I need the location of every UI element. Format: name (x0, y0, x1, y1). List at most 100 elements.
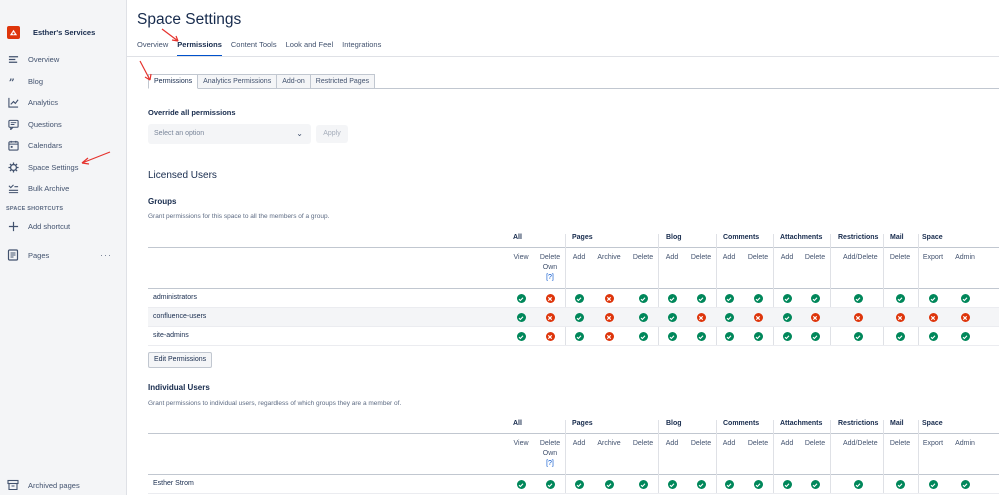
sidebar-item-label: Blog (28, 76, 44, 86)
column-header-label: Delete (632, 440, 654, 447)
table-divider (148, 433, 999, 434)
column-header-label: Admin (955, 440, 975, 447)
column-header-label: Add (722, 254, 736, 261)
table-divider (148, 247, 999, 248)
column-header-label: Delete (804, 440, 826, 447)
sidebar-item-bulk-archive[interactable]: Bulk Archive (0, 178, 126, 200)
column-header-line: Delete (539, 440, 561, 447)
column-header-label: Add (780, 440, 794, 447)
group-header-label: Space (922, 420, 943, 427)
cross-circle-icon (545, 313, 555, 322)
help-hint-link[interactable]: [?] (535, 273, 565, 283)
space-logo-icon (7, 25, 20, 39)
check-circle-icon (853, 332, 863, 341)
sidebar-item-label: Bulk Archive (28, 184, 70, 194)
row-name: administrators (153, 294, 197, 301)
column-header-label: Delete (690, 254, 712, 261)
space-shortcuts-title: SPACE SHORTCUTS (6, 205, 64, 212)
subtab-permissions[interactable]: Permissions (148, 74, 199, 89)
subtab-analytics-permissions[interactable]: Analytics Permissions (198, 74, 278, 89)
edit-permissions-button[interactable]: Edit Permissions (148, 352, 213, 368)
column-header-label: Delete (690, 440, 712, 447)
group-header-label: Comments (723, 234, 760, 241)
column-header-line: Own (542, 264, 558, 271)
override-select[interactable]: Select an option ⌄ (148, 124, 311, 144)
check-circle-icon (516, 480, 526, 489)
subtab-add-on[interactable]: Add-on (277, 74, 311, 89)
annotation-arrow-tab (161, 28, 179, 42)
check-circle-icon (782, 294, 792, 303)
column-header-label: Admin (955, 254, 975, 261)
row-name: site-admins (153, 332, 189, 339)
check-circle-icon (928, 332, 938, 341)
sidebar-item-label: Calendars (28, 141, 63, 151)
check-circle-icon (638, 332, 648, 341)
group-header-label: Blog (666, 234, 682, 241)
check-circle-icon (753, 480, 763, 489)
apply-button[interactable]: Apply (316, 125, 348, 143)
archived-pages-label: Archived pages (28, 480, 80, 490)
check-circle-icon (782, 313, 792, 322)
check-circle-icon (638, 480, 648, 489)
check-circle-icon (574, 294, 584, 303)
tab-integrations[interactable]: Integrations (342, 37, 381, 57)
more-options-icon[interactable]: ··· (100, 250, 112, 260)
annotation-arrow-space-settings (81, 151, 111, 165)
group-header-label: Pages (572, 420, 593, 427)
tab-look-and-feel[interactable]: Look and Feel (286, 37, 334, 57)
add-shortcut-button[interactable]: Add shortcut (0, 216, 126, 238)
column-header-label: Export (922, 254, 944, 261)
cross-circle-icon (753, 313, 763, 322)
cross-circle-icon (545, 294, 555, 303)
cross-circle-icon (895, 313, 905, 322)
sidebar-nav: Overview ” Blog Analytics Questions Cale… (0, 49, 126, 200)
space-header[interactable]: Esther's Services (0, 0, 126, 42)
tab-permissions[interactable]: Permissions (177, 37, 222, 57)
check-circle-icon (782, 332, 792, 341)
check-circle-icon (545, 480, 555, 489)
sidebar-item-blog[interactable]: ” Blog (0, 71, 126, 93)
licensed-users-title: Licensed Users (148, 170, 217, 181)
group-header-label: Space (922, 234, 943, 241)
sidebar-item-pages[interactable]: Pages ··· (0, 245, 126, 265)
sidebar-item-label: Questions (28, 119, 62, 129)
group-header-label: Restrictions (838, 234, 879, 241)
archived-pages-link[interactable]: Archived pages (7, 479, 80, 491)
individual-users-title: Individual Users (148, 383, 210, 392)
cross-circle-icon (604, 313, 614, 322)
cross-circle-icon (810, 313, 820, 322)
tab-content-tools[interactable]: Content Tools (231, 37, 277, 57)
check-circle-icon (667, 332, 677, 341)
check-circle-icon (604, 480, 614, 489)
sidebar-item-overview[interactable]: Overview (0, 49, 126, 71)
subtab-restricted-pages[interactable]: Restricted Pages (310, 74, 376, 89)
table-row: confluence-users (148, 308, 999, 327)
sidebar-item-label: Analytics (28, 98, 59, 108)
archive-icon (7, 479, 19, 491)
main-content: Space Settings Overview Permissions Cont… (127, 0, 999, 495)
sidebar-item-label: Overview (28, 55, 60, 65)
cross-circle-icon (853, 313, 863, 322)
column-header-label: Delete (632, 254, 654, 261)
check-circle-icon (696, 480, 706, 489)
check-circle-icon (696, 332, 706, 341)
group-header-label: All (513, 234, 522, 241)
cross-circle-icon (545, 332, 555, 341)
sidebar-item-questions[interactable]: Questions (0, 114, 126, 136)
page-title: Space Settings (137, 11, 242, 28)
column-header-line: Delete (539, 254, 561, 261)
check-circle-icon (895, 480, 905, 489)
svg-text:”: ” (8, 78, 14, 87)
row-name: confluence-users (153, 313, 207, 320)
plus-icon (7, 220, 19, 232)
permission-group-header: All Pages Blog Comments Attachments Restricti… (148, 420, 999, 432)
check-circle-icon (516, 313, 526, 322)
column-header-label: Add/Delete (843, 254, 878, 261)
help-hint-link[interactable]: [?] (535, 459, 565, 469)
check-circle-icon (853, 480, 863, 489)
chevron-down-icon: ⌄ (296, 129, 303, 138)
check-circle-icon (960, 480, 970, 489)
sidebar-item-analytics[interactable]: Analytics (0, 92, 126, 114)
space-name: Esther's Services (33, 27, 96, 37)
check-circle-icon (895, 294, 905, 303)
